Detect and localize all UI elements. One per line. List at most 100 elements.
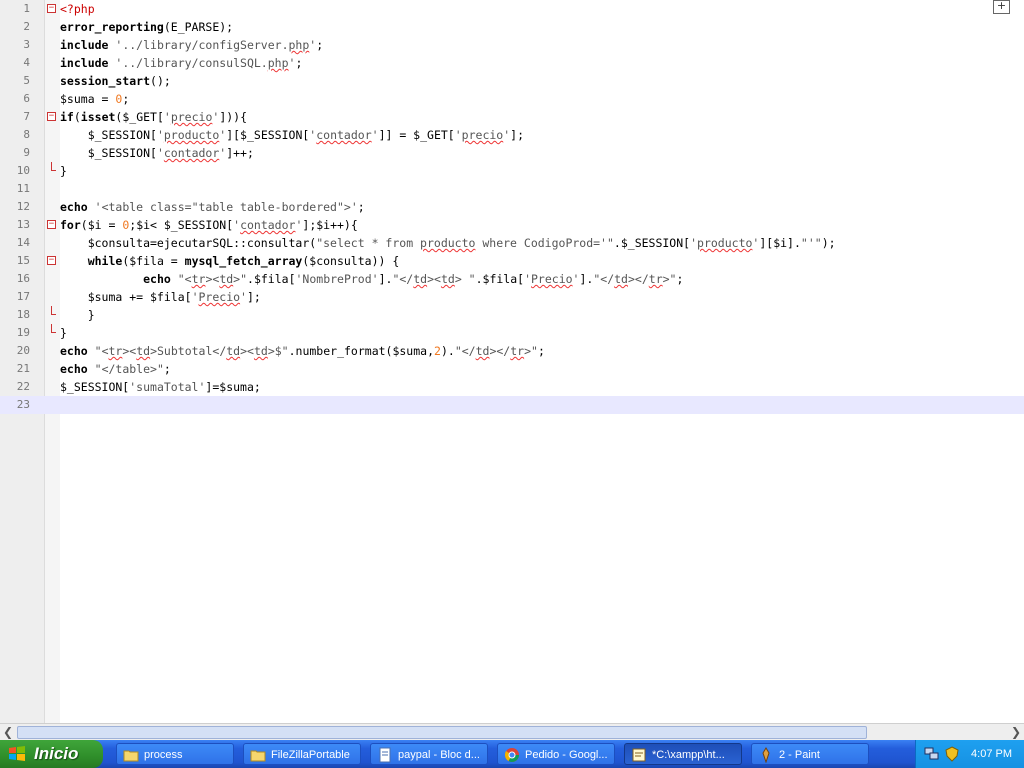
code-line[interactable]: 11 [0, 180, 1024, 198]
taskbar-item[interactable]: 2 - Paint [751, 743, 869, 765]
code-token: php [267, 56, 289, 70]
scrollbar-thumb[interactable] [17, 726, 867, 739]
code-line[interactable]: 6 $suma = 0; [0, 90, 1024, 108]
code-line[interactable]: 8 $_SESSION['producto'][$_SESSION['conta… [0, 126, 1024, 144]
code-line[interactable]: 10} [0, 162, 1024, 180]
code-token: ]; [510, 128, 525, 142]
code-token: >< [240, 344, 254, 358]
code-line[interactable]: 2 error_reporting(E_PARSE); [0, 18, 1024, 36]
line-number: 3 [23, 38, 30, 51]
code-token: error_reporting [60, 20, 164, 34]
taskbar-item[interactable]: FileZillaPortable [243, 743, 361, 765]
horizontal-scrollbar[interactable]: ❮ ❯ [0, 723, 1024, 740]
line-number: 11 [16, 182, 30, 195]
code-line[interactable]: 1 − <?php [0, 0, 1024, 18]
line-number: 15 [16, 254, 30, 267]
code-line[interactable]: 12 echo '<table class="table table-border… [0, 198, 1024, 216]
taskbar-item-label: process [144, 749, 183, 761]
clock[interactable]: 4:07 PM [971, 740, 1012, 768]
code-text: $suma = 0; [60, 90, 129, 108]
code-text: include '../library/consulSQL.php'; [60, 54, 302, 72]
code-line[interactable]: 22 $_SESSION['sumaTotal']=$suma; [0, 378, 1024, 396]
code-line[interactable]: 23 [0, 396, 1024, 414]
code-token: td [440, 272, 455, 286]
line-number: 19 [16, 326, 30, 339]
code-line[interactable]: 9 $_SESSION['contador']++; [0, 144, 1024, 162]
code-editor[interactable]: 1− <?php 2 error_reporting(E_PARSE); 3 includ… [0, 0, 1024, 723]
code-token: "'" [800, 236, 822, 250]
code-token: "< [177, 272, 192, 286]
code-token: ]=$suma; [205, 380, 261, 394]
code-token: contador [240, 218, 296, 232]
code-token: td [614, 272, 628, 286]
taskbar-item[interactable]: Pedido - Googl... [497, 743, 615, 765]
line-number: 8 [23, 128, 30, 141]
code-token: ; [316, 38, 324, 52]
code-token: ' [524, 272, 531, 286]
system-tray: 4:07 PM [915, 740, 1024, 768]
code-line[interactable]: 14 $consulta=ejecutarSQL::consultar("sel… [0, 234, 1024, 252]
fold-collapse-icon[interactable]: − [47, 4, 56, 13]
code-token: $consulta=ejecutarSQL::consultar( [60, 236, 317, 250]
code-token: ($i = [80, 218, 123, 232]
code-line[interactable]: 3 include '../library/configServer.php'; [0, 36, 1024, 54]
code-line[interactable]: 17 $suma += $fila['Precio']; [0, 288, 1024, 306]
code-token: '../library/configServer. [115, 38, 289, 52]
line-number: 1 [23, 2, 30, 15]
scroll-right-icon[interactable]: ❯ [1008, 724, 1024, 740]
code-token: (); [150, 74, 171, 88]
fold-collapse-icon[interactable]: − [47, 220, 56, 229]
code-token: >" [662, 272, 677, 286]
code-line[interactable]: 21 echo "</table>"; [0, 360, 1024, 378]
code-token: = [94, 92, 116, 106]
taskbar-item[interactable]: *C:\xampp\ht... [624, 743, 742, 765]
code-line[interactable]: 20 echo "<tr><td>Subtotal</td><td>$".numb… [0, 342, 1024, 360]
expand-icon[interactable]: + [993, 0, 1010, 14]
fold-end-marker [51, 324, 56, 333]
code-token: 'NombreProd' [295, 272, 379, 286]
code-token: ($_GET[ [115, 110, 164, 124]
line-number: 10 [16, 164, 30, 177]
code-line[interactable]: 19} [0, 324, 1024, 342]
taskbar-item[interactable]: process [116, 743, 234, 765]
code-line[interactable]: 4 include '../library/consulSQL.php'; [0, 54, 1024, 72]
code-token: tr [191, 272, 206, 286]
code-line[interactable]: 7− if(isset($_GET['precio'])){ [0, 108, 1024, 126]
folder-icon [123, 750, 139, 762]
code-token: >" [524, 344, 538, 358]
code-token: (E_PARSE) [163, 20, 227, 34]
code-token: } [60, 308, 95, 322]
code-token: ]] = $_GET[ [378, 128, 455, 142]
code-line[interactable]: 5 session_start(); [0, 72, 1024, 90]
code-token: ' [240, 290, 247, 304]
line-number: 6 [23, 92, 30, 105]
taskbar-item[interactable]: paypal - Bloc d... [370, 743, 488, 765]
code-token: producto [420, 236, 476, 250]
scroll-left-icon[interactable]: ❮ [0, 724, 16, 740]
fold-collapse-icon[interactable]: − [47, 112, 56, 121]
network-icon[interactable] [924, 746, 940, 762]
code-token: ' [191, 290, 199, 304]
code-token: ; [676, 272, 684, 286]
code-line[interactable]: 16 echo "<tr><td>".$fila['NombreProd']."… [0, 270, 1024, 288]
code-text: echo "</table>"; [60, 360, 171, 378]
code-token: ]. [378, 272, 393, 286]
code-text: include '../library/configServer.php'; [60, 36, 323, 54]
code-text: $_SESSION['sumaTotal']=$suma; [60, 378, 261, 396]
fold-collapse-icon[interactable]: − [47, 256, 56, 265]
security-shield-icon[interactable] [944, 746, 960, 762]
start-button[interactable]: Inicio [0, 740, 103, 768]
code-token: echo [60, 344, 88, 358]
code-line[interactable]: 13 − for($i = 0;$i< $_SESSION['contador'];… [0, 216, 1024, 234]
code-token: '<table class="table table-bordered">' [94, 200, 358, 214]
code-token: Precio [531, 272, 573, 286]
code-lines[interactable]: 1− <?php 2 error_reporting(E_PARSE); 3 includ… [0, 0, 1024, 414]
code-token: .$fila[ [247, 272, 296, 286]
code-line[interactable]: 18 } [0, 306, 1024, 324]
code-token: >< [122, 344, 137, 358]
code-line[interactable]: 15 − while($fila = mysql_fetch_array($con… [0, 252, 1024, 270]
code-text: $suma += $fila['Precio']; [60, 288, 261, 306]
code-token: mysql_fetch_array [184, 254, 303, 268]
code-token: '../library/consulSQL. [115, 56, 268, 70]
